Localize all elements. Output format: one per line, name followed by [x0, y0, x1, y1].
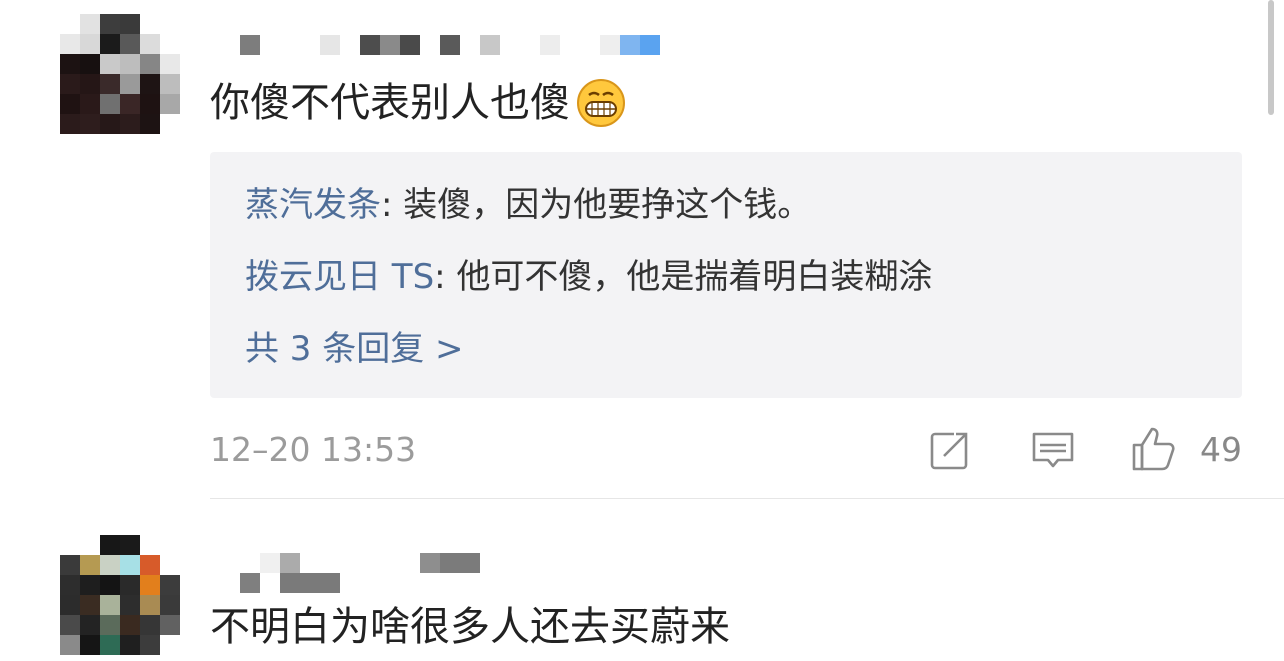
comment-text: 不明白为啥很多人还去买蔚来 — [210, 602, 730, 652]
reply-item[interactable]: 蒸汽发条: 装傻，因为他要挣这个钱。 — [245, 182, 811, 228]
reply-author[interactable]: 蒸汽发条 — [245, 185, 381, 225]
share-icon[interactable] — [928, 428, 972, 472]
more-replies-link[interactable]: 共 3 条回复 > — [245, 326, 464, 372]
username[interactable] — [240, 553, 480, 573]
avatar[interactable] — [60, 535, 180, 655]
like-count: 49 — [1200, 430, 1242, 469]
comment-icon[interactable] — [1030, 428, 1076, 472]
reply-text: 装傻，因为他要挣这个钱。 — [403, 185, 812, 225]
reply-separator: : — [381, 185, 404, 225]
reply-text: 他可不傻，他是揣着明白装糊涂 — [456, 257, 933, 297]
username[interactable] — [240, 35, 660, 55]
reply-author[interactable]: 拨云见日 TS — [245, 257, 434, 297]
comment-item: 不明白为啥很多人还去买蔚来 — [0, 499, 1284, 661]
timestamp: 12–20 13:53 — [210, 430, 417, 469]
comment-meta: 12–20 13:53 49 — [210, 425, 1242, 475]
reply-preview-box[interactable]: 蒸汽发条: 装傻，因为他要挣这个钱。 拨云见日 TS: 他可不傻，他是揣着明白装… — [210, 152, 1242, 398]
grinning-teeth-emoji-icon — [577, 79, 625, 127]
username-row-2 — [240, 573, 340, 593]
comment-text-content: 不明白为啥很多人还去买蔚来 — [210, 604, 730, 650]
scrollbar[interactable] — [1268, 0, 1274, 115]
comment-text: 你傻不代表别人也傻 — [210, 78, 626, 128]
reply-item[interactable]: 拨云见日 TS: 他可不傻，他是揣着明白装糊涂 — [245, 254, 932, 300]
comment-item: 你傻不代表别人也傻 蒸汽发条: 装傻，因为他要挣这个钱。 拨云见日 TS: 他可… — [0, 0, 1284, 499]
thumbs-up-icon[interactable] — [1130, 425, 1178, 473]
comment-text-content: 你傻不代表别人也傻 — [210, 80, 570, 126]
avatar[interactable] — [60, 14, 180, 134]
reply-separator: : — [434, 257, 457, 297]
